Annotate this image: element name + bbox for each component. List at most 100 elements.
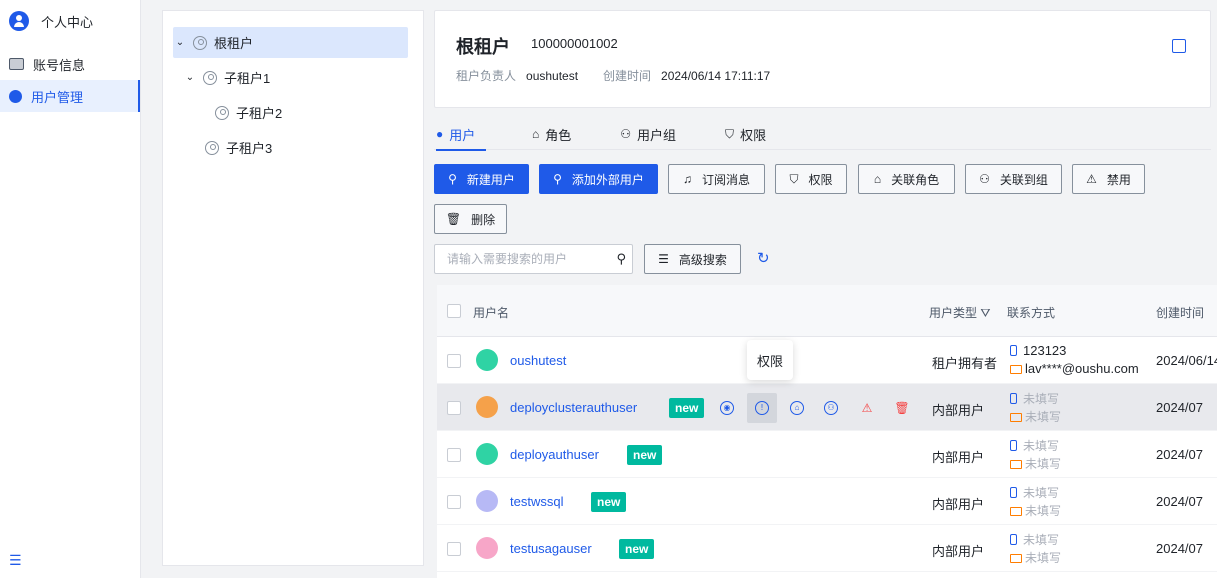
- role-action-icon[interactable]: ⌂: [787, 398, 807, 418]
- username-link[interactable]: deployclusterauthuser: [510, 400, 637, 415]
- advanced-search-button[interactable]: ☰ 高级搜索: [644, 244, 741, 274]
- delete-action-icon[interactable]: 🗑: [892, 398, 912, 418]
- username-link[interactable]: testwssql: [510, 494, 563, 509]
- phone-value: 未填写: [1023, 486, 1060, 500]
- subscribe-button[interactable]: ♫ 订阅消息: [668, 164, 765, 194]
- permission-tooltip: 权限: [747, 340, 793, 380]
- role-icon: ⌂: [873, 172, 882, 186]
- avatar: [476, 537, 498, 559]
- created-time: 2024/07: [1156, 494, 1203, 509]
- tree-node-label: 子租户1: [224, 71, 271, 86]
- subscribe-action-icon[interactable]: ◉: [717, 398, 737, 418]
- tree-node-sub1[interactable]: ⌄ 子租户1: [183, 62, 270, 93]
- tree-node-sub3[interactable]: 子租户3: [205, 132, 272, 163]
- edit-icon[interactable]: [1172, 39, 1186, 53]
- contact-info: 未填写 未填写: [1010, 437, 1061, 473]
- created-time: 2024/07: [1156, 541, 1203, 556]
- disable-button[interactable]: ⚠ 禁用: [1072, 164, 1145, 194]
- mail-icon: [1010, 365, 1022, 374]
- email-value: 未填写: [1025, 457, 1062, 471]
- select-all-checkbox[interactable]: [447, 304, 461, 318]
- created-label: 创建时间: [603, 69, 652, 83]
- tab-users[interactable]: ● 用户: [436, 118, 486, 151]
- username-link[interactable]: oushutest: [510, 353, 566, 368]
- avatar: [476, 349, 498, 371]
- sidebar: 个人中心 账号信息 用户管理 ☰: [0, 0, 141, 578]
- phone-value: 未填写: [1023, 439, 1060, 453]
- filter-icon[interactable]: ⛛: [980, 306, 990, 320]
- button-label: 关联到组: [999, 172, 1048, 187]
- group-icon: ⚇: [620, 127, 632, 141]
- phone-value: 未填写: [1023, 533, 1060, 547]
- permission-action-icon[interactable]: !: [747, 393, 777, 423]
- tree-node-sub2[interactable]: 子租户2: [215, 97, 282, 128]
- button-label: 新建用户: [466, 172, 515, 187]
- user-outline-icon: [215, 105, 229, 120]
- delete-button[interactable]: 🗑 删除: [434, 204, 507, 234]
- search-input[interactable]: [435, 245, 595, 273]
- row-checkbox[interactable]: [447, 354, 461, 368]
- table-row[interactable]: testwssql new 内部用户 未填写 未填写 2024/07: [437, 478, 1217, 525]
- row-checkbox[interactable]: [447, 495, 461, 509]
- refresh-icon[interactable]: ↻: [757, 251, 770, 266]
- tenant-info-card: 根租户 100000001002 租户负责人 oushutest 创建时间 2024…: [434, 10, 1211, 108]
- link-role-button[interactable]: ⌂ 关联角色: [858, 164, 955, 194]
- user-circle-icon: [9, 89, 22, 103]
- button-label: 高级搜索: [678, 252, 727, 267]
- disable-action-icon[interactable]: ⚠: [857, 398, 877, 418]
- search-icon[interactable]: ⚲: [616, 251, 626, 267]
- new-user-button[interactable]: ⚲ 新建用户: [434, 164, 529, 194]
- tab-roles[interactable]: ⌂ 角色: [532, 118, 571, 150]
- user-type: 租户拥有者: [932, 356, 998, 371]
- main-content: ● 用户 ⌂ 角色 ⚇ 用户组 ⛉ 权限 ⚲ 新建用户 ⚲ 添加外部用户 ♫ 订阅消息 ⛉ 权限…: [434, 118, 1217, 578]
- table-header: 用户名 用户类型 ⛛ 联系方式 创建时间: [437, 285, 1217, 337]
- user-icon: ●: [436, 127, 444, 141]
- menu-collapse-icon[interactable]: ☰: [9, 553, 23, 567]
- mail-icon: [1010, 554, 1022, 563]
- tab-label: 权限: [740, 127, 767, 143]
- sidebar-item-label: 账号信息: [33, 57, 86, 73]
- created-time: 2024/07: [1156, 447, 1203, 462]
- tree-node-root[interactable]: ⌄ 根租户: [173, 27, 408, 58]
- table-row[interactable]: testusagauser new 内部用户 未填写 未填写 2024/07: [437, 525, 1217, 572]
- user-outline-icon: [205, 140, 219, 155]
- add-external-user-button[interactable]: ⚲ 添加外部用户: [539, 164, 658, 194]
- table-row[interactable]: deployclusterauthuser new ◉ ! ⌂ ⚇ ⚠ 🗑 内部…: [437, 384, 1217, 431]
- sidebar-item-account[interactable]: 账号信息: [0, 48, 140, 80]
- email-value: 未填写: [1025, 551, 1062, 565]
- username-link[interactable]: deployauthuser: [510, 447, 599, 462]
- chevron-down-icon[interactable]: ⌄: [183, 72, 197, 83]
- mail-icon: [1010, 460, 1022, 469]
- row-checkbox[interactable]: [447, 448, 461, 462]
- email-value: lav****@oushu.com: [1025, 361, 1139, 376]
- owner-label: 租户负责人: [456, 69, 517, 83]
- permission-button[interactable]: ⛉ 权限: [775, 164, 847, 194]
- new-badge: new: [669, 398, 705, 418]
- group-action-icon[interactable]: ⚇: [821, 398, 841, 418]
- tab-permissions[interactable]: ⛉ 权限: [725, 118, 766, 150]
- tab-groups[interactable]: ⚇ 用户组: [620, 118, 676, 150]
- username-link[interactable]: testusagauser: [510, 541, 592, 556]
- chevron-down-icon[interactable]: ⌄: [173, 37, 187, 48]
- table-row[interactable]: deployauthuser new 内部用户 未填写 未填写 2024/07: [437, 431, 1217, 478]
- row-checkbox[interactable]: [447, 542, 461, 556]
- tree-node-label: 子租户2: [236, 106, 283, 121]
- shield-icon: ⛉: [725, 126, 735, 141]
- new-badge: new: [619, 539, 655, 559]
- new-badge: new: [627, 445, 663, 465]
- avatar: [476, 490, 498, 512]
- header-contact: 联系方式: [1007, 306, 1056, 320]
- link-group-button[interactable]: ⚇ 关联到组: [965, 164, 1062, 194]
- table-row[interactable]: oushutest 租户拥有者 123123 lav****@oushu.com…: [437, 337, 1217, 384]
- sidebar-title: 个人中心: [41, 14, 94, 30]
- sidebar-item-user-management[interactable]: 用户管理: [0, 80, 140, 112]
- created-time: 2024/07: [1156, 400, 1203, 415]
- phone-icon: [1010, 345, 1017, 356]
- row-checkbox[interactable]: [447, 401, 461, 415]
- phone-value: 123123: [1023, 343, 1067, 358]
- button-label: 订阅消息: [701, 172, 750, 187]
- tenant-tree: ⌄ 根租户 ⌄ 子租户1 子租户2 子租户3: [162, 10, 424, 566]
- user-type: 内部用户: [932, 544, 985, 559]
- tree-node-label: 根租户: [214, 36, 254, 51]
- tab-label: 用户: [449, 127, 476, 143]
